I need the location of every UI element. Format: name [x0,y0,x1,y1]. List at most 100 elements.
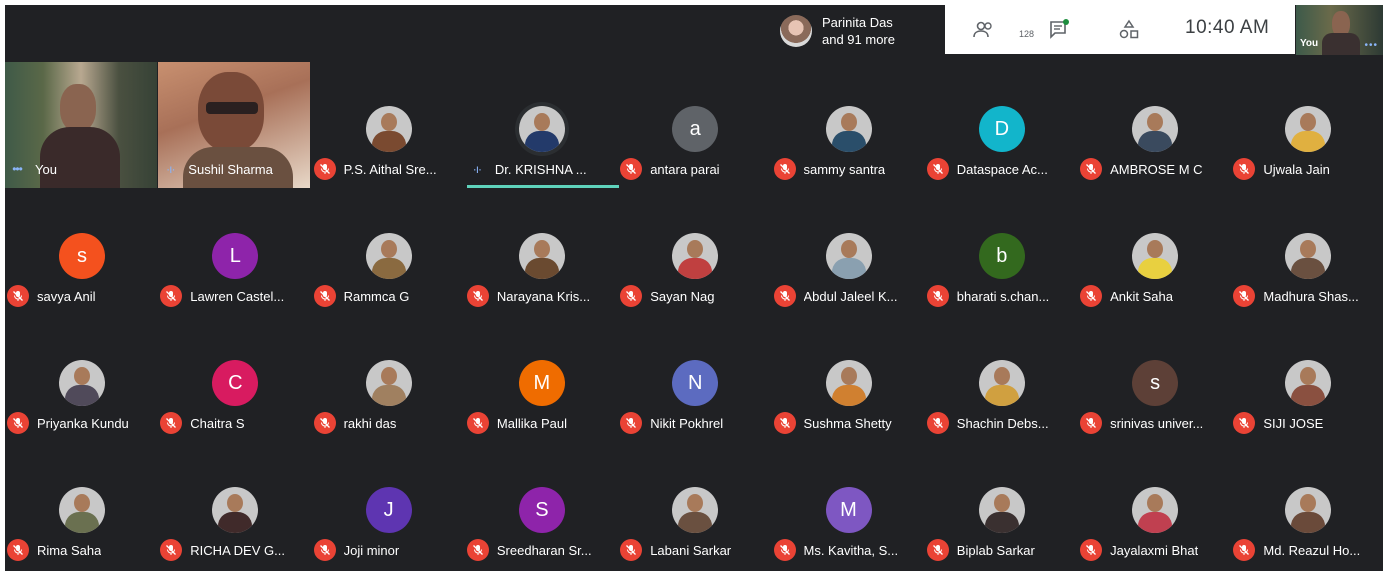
people-button[interactable]: 128 [970,17,1034,43]
participant-name: srinivas univer... [1110,415,1204,431]
participant-name: Labani Sarkar [650,542,732,558]
participant-tile[interactable]: D Dataspace Ac... [925,62,1077,187]
participant-tile[interactable]: L Lawren Castel... [158,189,310,314]
chat-icon [1050,19,1069,39]
participant-tile[interactable]: Abdul Jaleel K... [772,189,924,314]
presence-more: and 91 more [822,32,895,47]
participant-name: AMBROSE M C [1110,161,1203,177]
mic-off-icon [773,539,796,561]
participant-tile[interactable]: Labani Sarkar [618,443,770,568]
more-options-icon[interactable]: ••• [7,162,27,176]
participant-tile[interactable]: a antara parai [618,62,770,187]
participant-photo [212,487,259,533]
participant-avatar: S [518,487,565,533]
participant-tile[interactable]: M Ms. Kavitha, S... [772,443,924,568]
self-view-thumbnail[interactable]: You ••• [1296,5,1383,55]
participant-name: Lawren Castel... [190,288,285,304]
participant-tile[interactable]: Biplab Sarkar [925,443,1077,568]
mic-off-icon [620,285,643,307]
participant-tile[interactable]: Priyanka Kundu [5,316,157,441]
mic-off-icon [313,285,336,307]
participant-tile[interactable]: rakhi das [312,316,464,441]
participant-photo [978,487,1025,533]
activities-button[interactable] [1115,17,1143,43]
participant-presence-chip[interactable]: Parinita Das and 91 more [770,8,948,54]
mic-off-icon [773,158,796,180]
participant-name: You [35,161,57,177]
participant-tile[interactable]: Rammca G [312,189,464,314]
participant-photo [978,360,1025,406]
mic-off-icon [313,412,336,434]
mic-off-icon [1233,158,1256,180]
participant-photo [59,360,105,406]
participant-tile[interactable]: sammy santra [772,62,924,187]
participant-tile[interactable]: N Nikit Pokhrel [618,316,770,441]
participant-name: savya Anil [37,288,96,304]
participant-name: Biplab Sarkar [956,542,1035,558]
participant-tile[interactable]: C Chaitra S [158,316,310,441]
participant-photo [1132,233,1179,279]
participant-tile[interactable]: Madhura Shas... [1231,189,1383,314]
participant-tile[interactable]: Jayalaxmi Bhat [1078,443,1230,568]
participant-name-row: ••• You [7,157,57,181]
mic-off-icon [1233,285,1256,307]
participant-tile[interactable]: S Sreedharan Sr... [465,443,617,568]
participant-name: Priyanka Kundu [37,415,129,431]
chat-button[interactable] [1045,17,1073,43]
participant-tile[interactable]: ·ı· Dr. KRISHNA ... [465,62,619,188]
meeting-clock: 10:40 AM [1185,17,1270,38]
audio-level-icon: ·ı· [166,162,175,176]
participant-tile[interactable]: RICHA DEV G... [158,443,310,568]
mic-off-icon [313,158,336,180]
participant-tile[interactable]: s savya Anil [5,189,157,314]
participant-name: SIJI JOSE [1263,415,1324,431]
participant-tile[interactable]: P.S. Aithal Sre... [312,62,464,187]
mic-off-icon [773,285,796,307]
participant-name-row: Nikit Pokhrel [620,411,723,435]
participant-photo [518,233,565,279]
participant-photo [365,106,412,152]
participant-tile[interactable]: ••• You [5,62,157,188]
participant-avatar: C [212,360,259,406]
participant-tile[interactable]: Shachin Debs... [925,316,1077,441]
participant-tile[interactable]: ·ı· Sushil Sharma [158,62,311,188]
participant-tile[interactable]: Ankit Saha [1078,189,1230,314]
mic-off-icon [620,158,643,180]
participant-name-row: Narayana Kris... [466,284,591,308]
participant-avatar: N [672,360,719,406]
participant-tile[interactable]: AMBROSE M C [1078,62,1230,187]
self-view-label: You [1300,38,1319,49]
participant-name-row: Shachin Debs... [926,411,1049,435]
participant-tile[interactable]: SIJI JOSE [1231,316,1383,441]
participant-name-row: antara parai [620,157,720,181]
mic-off-icon [1080,539,1103,561]
participant-avatar: M [518,360,565,406]
participant-name: Narayana Kris... [496,288,591,304]
participant-name: Mallika Paul [496,415,567,431]
participant-name-row: Lawren Castel... [160,284,284,308]
mic-off-icon [773,412,796,434]
participant-name: Ms. Kavitha, S... [803,542,899,558]
participant-tile[interactable]: Sayan Nag [618,189,770,314]
mic-off-icon [7,285,29,307]
participant-tile[interactable]: s srinivas univer... [1078,316,1230,441]
mic-off-icon [620,412,643,434]
active-speaker-bar [466,185,619,188]
participant-tile[interactable]: Narayana Kris... [465,189,617,314]
mic-off-icon [7,412,29,434]
participant-tile[interactable]: Sushma Shetty [772,316,924,441]
participant-tile[interactable]: Ujwala Jain [1231,62,1383,187]
participant-tile[interactable]: J Joji minor [312,443,464,568]
participant-name: P.S. Aithal Sre... [343,161,437,177]
participant-name-row: Mallika Paul [466,411,567,435]
participant-name-row: srinivas univer... [1080,411,1203,435]
participant-tile[interactable]: b bharati s.chan... [925,189,1077,314]
participant-name: Sreedharan Sr... [496,542,592,558]
mic-off-icon [466,539,489,561]
participant-name-row: Ankit Saha [1080,284,1173,308]
more-options-icon[interactable]: ••• [1364,40,1378,51]
participant-tile[interactable]: Md. Reazul Ho... [1231,443,1383,568]
participant-name: Joji minor [343,542,400,558]
participant-tile[interactable]: Rima Saha [5,443,157,568]
participant-tile[interactable]: M Mallika Paul [465,316,617,441]
